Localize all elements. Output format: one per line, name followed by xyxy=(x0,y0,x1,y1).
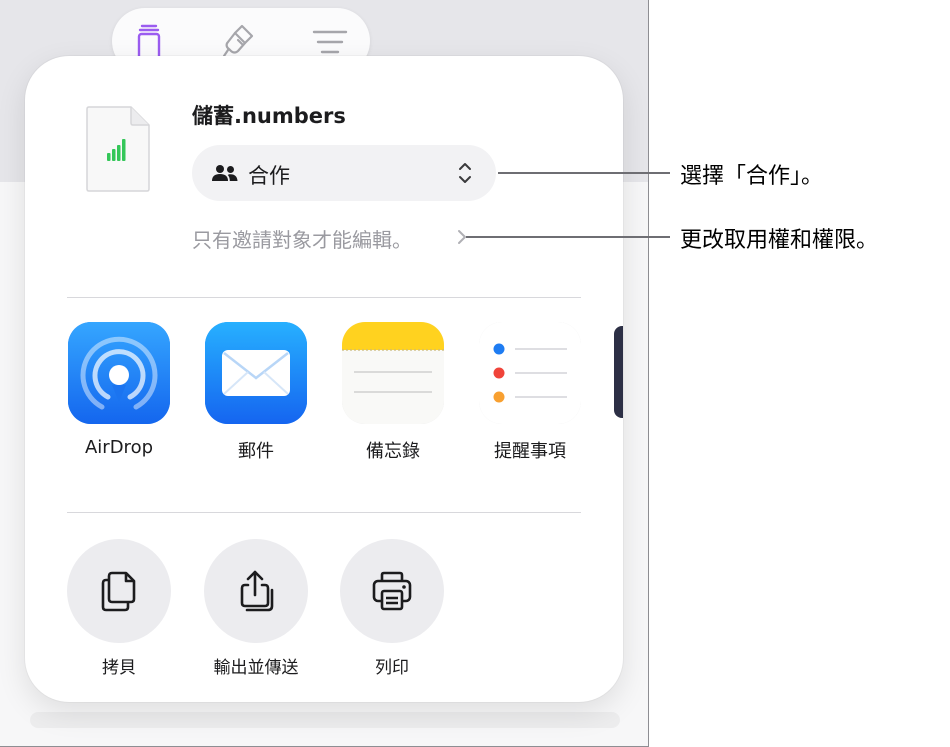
callout-line-access xyxy=(466,236,670,238)
app-label-mail: 郵件 xyxy=(238,441,274,462)
callout-access: 更改取用權和權限。 xyxy=(680,228,879,253)
file-name: 儲蓄.numbers xyxy=(192,104,346,128)
copy-button[interactable] xyxy=(67,539,171,643)
access-summary-text: 只有邀請對象才能編輯。 xyxy=(192,228,412,252)
numbers-document-icon xyxy=(85,105,151,193)
divider-top xyxy=(67,297,581,298)
app-label-reminders: 提醒事項 xyxy=(494,441,566,462)
copy-icon xyxy=(101,571,136,612)
action-label-export: 輸出並傳送 xyxy=(213,658,299,678)
action-label-print: 列印 xyxy=(375,658,409,678)
access-permissions-link[interactable]: 只有邀請對象才能編輯。 xyxy=(192,224,466,253)
airdrop-icon[interactable] xyxy=(68,322,170,424)
export-share-icon xyxy=(240,570,274,612)
mail-icon[interactable] xyxy=(205,322,307,424)
print-icon xyxy=(372,571,412,611)
next-app-icon-partial[interactable] xyxy=(614,326,623,418)
people-icon xyxy=(212,165,238,181)
reminders-icon[interactable] xyxy=(479,322,581,424)
app-label-airdrop: AirDrop xyxy=(84,437,154,458)
panel-shadow xyxy=(30,712,620,728)
collaborate-label: 合作 xyxy=(248,164,290,188)
notes-icon[interactable] xyxy=(342,322,444,424)
callout-line-collaborate xyxy=(498,172,670,174)
chevron-up-down-icon xyxy=(459,163,471,183)
divider-bottom xyxy=(67,512,581,513)
app-label-notes: 備忘錄 xyxy=(366,441,420,462)
action-label-copy: 拷貝 xyxy=(102,658,136,678)
export-share-button[interactable] xyxy=(204,539,308,643)
collaborate-popup-button[interactable]: 合作 xyxy=(192,145,496,201)
print-button[interactable] xyxy=(340,539,444,643)
callout-collaborate: 選擇「合作」。 xyxy=(680,164,824,189)
